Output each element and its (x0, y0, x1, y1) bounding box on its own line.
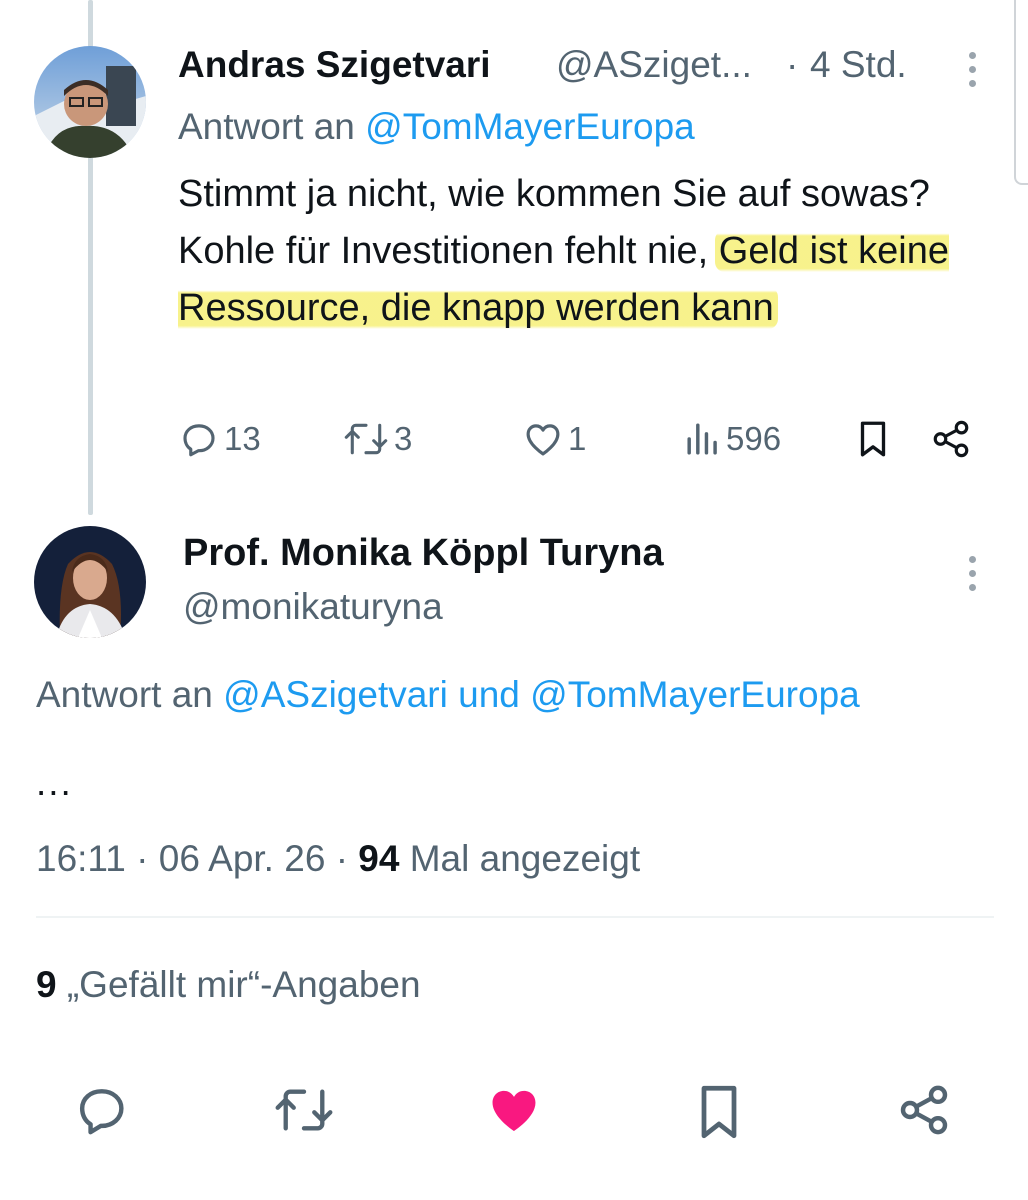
reply-count: 13 (224, 420, 261, 457)
retweet-icon (344, 423, 388, 455)
bookmark-button[interactable] (854, 418, 892, 460)
retweet-button[interactable] (272, 1082, 336, 1143)
main-tweet-actions (0, 1082, 1028, 1152)
reply-to-prefix: Antwort an (178, 106, 366, 147)
reply-button[interactable]: 13 (178, 418, 261, 460)
reply-tweet-text: Stimmt ja nicht, wie kommen Sie auf sowa… (178, 166, 978, 337)
reply-tweet-actions: 13 3 1 596 (0, 418, 1028, 468)
more-icon[interactable] (967, 556, 977, 591)
retweet-icon (275, 1089, 333, 1131)
scrollbar[interactable] (1014, 0, 1028, 185)
reply-icon (79, 1089, 124, 1135)
mention-link[interactable]: @ASzigetvari (223, 674, 448, 715)
like-icon (526, 424, 560, 456)
retweet-button[interactable]: 3 (342, 418, 412, 460)
reply-icon (183, 424, 215, 457)
share-icon (933, 420, 969, 458)
main-tweet-body: ... (36, 762, 73, 803)
share-icon (900, 1085, 948, 1135)
bookmark-icon (860, 421, 886, 457)
mention-link[interactable]: @TomMayerEuropa (530, 674, 860, 715)
main-author-name[interactable]: Prof. Monika Köppl Turyna (183, 532, 664, 575)
main-reply-to-line: Antwort an @ASzigetvari und @TomMayerEur… (36, 674, 860, 716)
reply-author-avatar[interactable] (34, 46, 146, 158)
share-button[interactable] (896, 1082, 952, 1143)
reply-button[interactable] (74, 1082, 130, 1143)
views-button[interactable]: 596 (684, 418, 781, 460)
like-total: 9 (36, 964, 57, 1005)
like-suffix: „Gefällt mir“-Angaben (66, 964, 421, 1005)
main-author-avatar[interactable] (34, 526, 146, 638)
retweet-count: 3 (394, 420, 413, 457)
like-button[interactable] (484, 1082, 544, 1143)
views-count: 596 (726, 420, 782, 457)
tweet-date[interactable]: 06 Apr. 26 (159, 838, 326, 879)
meta-separator: · (786, 44, 799, 85)
share-button[interactable] (930, 418, 972, 460)
reply-to-prefix: Antwort an (36, 674, 224, 715)
view-suffix: Mal angezeigt (409, 838, 641, 879)
main-tweet-meta: 16:11 · 06 Apr. 26 · 94 Mal angezeigt (36, 838, 640, 880)
meta-separator: · (335, 838, 349, 879)
views-icon (687, 423, 717, 455)
like-icon (492, 1090, 536, 1131)
divider (36, 916, 994, 918)
more-icon[interactable] (967, 52, 977, 87)
like-button[interactable]: 1 (522, 418, 586, 460)
reply-author-name[interactable]: Andras Szigetvari (178, 44, 491, 86)
main-author-handle[interactable]: @monikaturyna (183, 586, 443, 628)
bookmark-button[interactable] (694, 1082, 744, 1147)
reply-author-handle[interactable]: @ASziget... (556, 44, 752, 86)
reply-timestamp[interactable]: 4 Std. (810, 44, 907, 86)
bookmark-icon (701, 1085, 737, 1139)
like-count: 1 (568, 420, 587, 457)
likes-summary[interactable]: 9 „Gefällt mir“-Angaben (36, 964, 421, 1006)
mention-link[interactable]: @TomMayerEuropa (365, 106, 695, 147)
reply-to-line: Antwort an @TomMayerEuropa (178, 106, 695, 148)
tweet-time[interactable]: 16:11 (36, 838, 126, 879)
tweet-detail-page: Andras Szigetvari @ASziget... · 4 Std. A… (0, 0, 1028, 1200)
meta-separator: · (136, 838, 149, 879)
view-count: 94 (358, 838, 400, 879)
reply-to-conjunction: und (447, 674, 531, 715)
